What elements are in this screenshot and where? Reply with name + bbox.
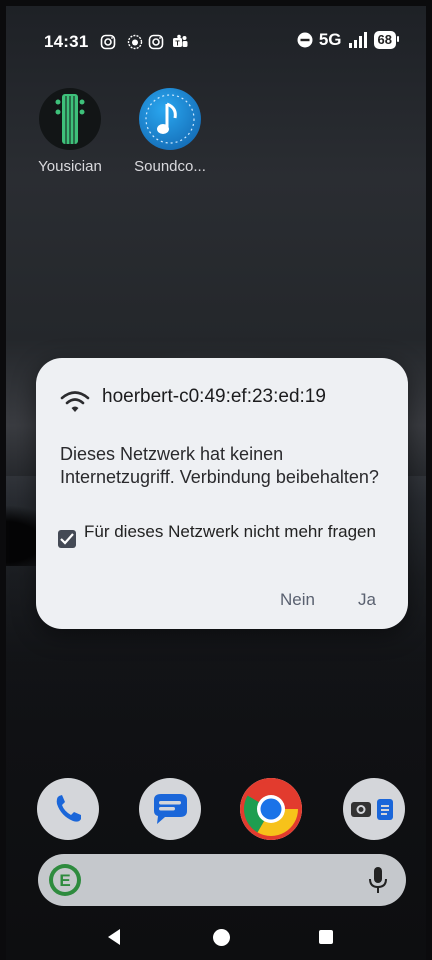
home-screen: 14:31 T 5G 68 Yousician Soundco... hoerb… — [6, 6, 426, 960]
recents-icon[interactable] — [319, 930, 333, 944]
network-dialog: hoerbert-c0:49:ef:23:ed:19 Dieses Netzwe… — [36, 358, 408, 629]
camera-files-folder-icon[interactable] — [343, 778, 405, 840]
checkmark-icon — [60, 533, 74, 545]
app-yousician[interactable]: Yousician — [20, 88, 120, 175]
instagram-icon — [100, 34, 116, 50]
status-right: 5G 68 — [297, 30, 400, 50]
search-bar[interactable]: E — [38, 854, 406, 906]
music-note-icon — [139, 88, 201, 150]
svg-text:T: T — [175, 41, 180, 48]
yes-button[interactable]: Ja — [350, 586, 384, 614]
instagram-icon — [148, 34, 164, 50]
ecosia-logo-icon: E — [49, 864, 81, 896]
network-type: 5G — [318, 30, 342, 49]
app-label: Soundco... — [134, 158, 206, 175]
app-soundcore[interactable]: Soundco... — [120, 88, 220, 175]
dont-ask-checkbox[interactable] — [58, 530, 76, 548]
home-icon[interactable] — [213, 929, 230, 946]
dialog-title: hoerbert-c0:49:ef:23:ed:19 — [102, 386, 326, 407]
phone-icon[interactable] — [37, 778, 99, 840]
wifi-icon — [60, 391, 90, 412]
microphone-icon[interactable] — [368, 865, 388, 895]
messages-icon[interactable] — [139, 778, 201, 840]
navigation-bar — [6, 918, 426, 960]
battery-level: 68 — [373, 31, 400, 49]
guitar-icon — [39, 88, 101, 150]
no-button[interactable]: Nein — [272, 586, 323, 614]
chrome-icon[interactable] — [240, 778, 302, 840]
app-label: Yousician — [38, 158, 102, 175]
dialog-message: Dieses Netzwerk hat keinen Internetzugri… — [60, 444, 379, 487]
status-bar: 14:31 T 5G 68 — [6, 6, 426, 70]
signal-bars-icon — [348, 32, 367, 48]
dont-ask-label[interactable]: Für dieses Netzwerk nicht mehr fragen — [84, 521, 384, 542]
teams-icon: T — [173, 34, 188, 48]
lion-app-icon — [127, 34, 143, 50]
back-icon[interactable] — [106, 928, 122, 946]
svg-text:E: E — [59, 871, 70, 890]
do-not-disturb-icon — [297, 32, 313, 48]
status-time: 14:31 — [44, 32, 89, 51]
